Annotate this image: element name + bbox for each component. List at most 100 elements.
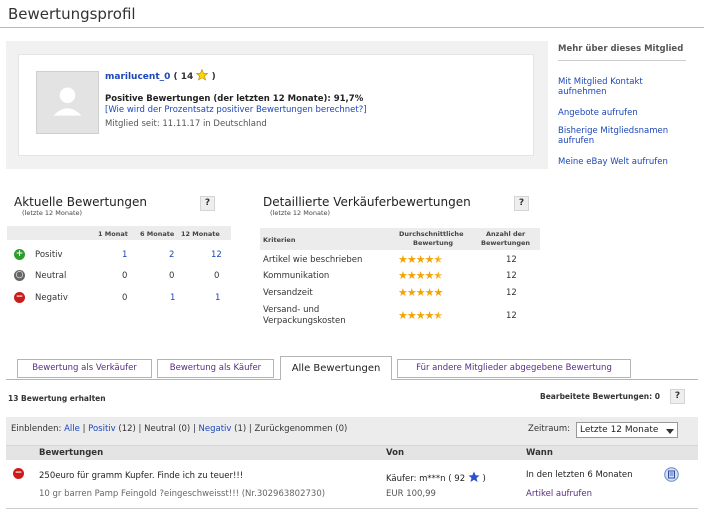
neutral-icon: ○: [14, 270, 25, 281]
seller-ratings-title: Detaillierte Verkäuferbewertungen: [263, 195, 471, 209]
criterion-shipping-time: Versandzeit: [263, 288, 313, 298]
star-full-icon: ★: [415, 309, 426, 322]
feedback-table-header: [6, 445, 698, 460]
filter-negative-count: (1): [234, 424, 247, 434]
filter-neutral: Neutral (0): [144, 424, 191, 434]
col-ratings: Bewertungen: [39, 448, 104, 458]
score-open: (: [173, 72, 178, 82]
col-from: Von: [386, 448, 405, 458]
tab-as-buyer[interactable]: Bewertung als Käufer: [157, 359, 274, 378]
stars-description: ★★★★★: [398, 253, 444, 266]
col-6-months: 6 Monate: [140, 230, 175, 238]
feedback-from: Käufer: m***n ( 92 ): [386, 471, 486, 484]
stars-communication: ★★★★★: [398, 269, 443, 282]
blue-star-icon: [468, 471, 480, 482]
col-when: Wann: [526, 448, 553, 458]
previous-names-link[interactable]: Bisherige Mitgliedsnamen aufrufen: [558, 126, 688, 146]
profile-user-line: marilucent_0 ( 14 ): [105, 69, 216, 82]
seller-ratings-subtitle: (letzte 12 Monate): [270, 209, 331, 217]
col-count-line1: Anzahl der: [486, 230, 526, 238]
member-since: Mitglied seit: 11.11.17 in Deutschland: [105, 119, 267, 129]
tab-given-ratings[interactable]: Für andere Mitglieder abgegebene Bewertu…: [397, 359, 631, 378]
feedback-when: In den letzten 6 Monaten: [526, 470, 633, 480]
edited-ratings-count: Bearbeitete Bewertungen: 0: [540, 392, 660, 401]
feedback-price: EUR 100,99: [386, 489, 436, 499]
filter-all-link[interactable]: Alle: [64, 424, 80, 434]
filter-positive-count: (12): [118, 424, 136, 434]
period-label: Zeitraum:: [528, 424, 570, 434]
count-communication: 12: [506, 271, 517, 281]
score-close: ): [211, 72, 216, 82]
col-average-line1: Durchschnittliche: [399, 230, 464, 238]
filter-positive-link[interactable]: Positiv: [88, 424, 116, 434]
star-full-icon: ★: [398, 286, 408, 299]
col-average-line2: Bewertung: [413, 239, 453, 247]
col-criteria: Kriterien: [263, 236, 296, 244]
count-shipping-costs: 12: [506, 311, 517, 321]
row-negative-label: Negativ: [35, 293, 68, 303]
seller-ratings-help-button[interactable]: ?: [514, 196, 529, 211]
page-title: Bewertungsprofil: [8, 5, 136, 23]
star-full-icon: ★: [424, 286, 435, 299]
period-select[interactable]: Letzte 12 Monate: [576, 422, 678, 438]
star-full-icon: ★: [406, 253, 417, 266]
filter-separator: |: [82, 424, 86, 434]
feedback-from-user[interactable]: Käufer: m***n (: [386, 474, 452, 484]
positive-percentage: Positive Bewertungen (der letzten 12 Mon…: [105, 94, 364, 104]
filter-separator: |: [138, 424, 142, 434]
sidebar-divider: [558, 60, 686, 61]
positive-12m[interactable]: 12: [211, 250, 222, 260]
row-positive-label: Positiv: [35, 250, 63, 260]
sidebar-heading: Mehr über dieses Mitglied: [558, 44, 684, 54]
tab-as-seller[interactable]: Bewertung als Verkäufer: [17, 359, 152, 378]
title-divider: [0, 27, 704, 28]
yellow-star-icon: [196, 69, 209, 81]
table-bottom-divider: [6, 508, 698, 509]
calculation-help-link[interactable]: [Wie wird der Prozentsatz positiver Bewe…: [105, 105, 367, 115]
chevron-down-icon: [666, 429, 674, 434]
criterion-shipping-costs: Versand- und Verpackungskosten: [263, 305, 346, 326]
star-full-icon: ★: [406, 309, 417, 322]
positive-1m[interactable]: 1: [122, 250, 127, 260]
filter-line: Einblenden: Alle | Positiv (12) | Neutra…: [11, 424, 347, 434]
contact-member-link[interactable]: Mit Mitglied Kontakt aufnehmen: [558, 77, 688, 97]
feedback-score: 14: [180, 72, 194, 82]
user-silhouette-icon: [53, 87, 82, 116]
current-ratings-subtitle: (letzte 12 Monate): [22, 209, 83, 217]
negative-icon: −: [14, 292, 25, 303]
tab-all-ratings[interactable]: Alle Bewertungen: [280, 356, 392, 380]
edited-ratings-help-button[interactable]: ?: [670, 389, 685, 404]
star-full-icon: ★: [406, 269, 417, 282]
my-world-link[interactable]: Meine eBay Welt aufrufen: [558, 157, 688, 167]
star-full-icon: ★: [415, 253, 426, 266]
star-full-icon: ★: [406, 286, 417, 299]
count-shipping-time: 12: [506, 288, 517, 298]
col-12-months: 12 Monate: [181, 230, 220, 238]
negative-6m[interactable]: 1: [170, 293, 175, 303]
star-full-icon: ★: [398, 253, 408, 266]
current-ratings-help-button[interactable]: ?: [200, 196, 215, 211]
stars-shipping-time: ★★★★★: [398, 286, 443, 299]
star-full-icon: ★: [424, 309, 435, 322]
star-half-icon: ★: [433, 253, 444, 266]
negative-1m: 0: [122, 293, 128, 303]
view-item-link[interactable]: Artikel aufrufen: [526, 489, 592, 499]
neutral-12m: 0: [214, 271, 220, 281]
star-full-icon: ★: [398, 269, 408, 282]
filter-separator: |: [248, 424, 252, 434]
col-count-line2: Bewertungen: [481, 239, 531, 247]
criterion-communication: Kommunikation: [263, 271, 330, 281]
negative-12m[interactable]: 1: [215, 293, 220, 303]
view-listings-link[interactable]: Angebote aufrufen: [558, 108, 688, 118]
period-select-value: Letzte 12 Monate: [580, 425, 659, 435]
received-count: 13 Bewertung erhalten: [8, 394, 106, 403]
report-icon[interactable]: [664, 467, 679, 482]
current-ratings-title: Aktuelle Bewertungen: [14, 195, 147, 209]
filter-negative-link[interactable]: Negativ: [199, 424, 232, 434]
username-link[interactable]: marilucent_0: [105, 72, 170, 82]
feedback-comment: 250euro für gramm Kupfer. Finde ich zu t…: [39, 471, 244, 481]
star-full-icon: ★: [415, 286, 426, 299]
negative-feedback-icon: −: [13, 468, 24, 479]
star-full-icon: ★: [398, 309, 408, 322]
positive-6m[interactable]: 2: [169, 250, 174, 260]
